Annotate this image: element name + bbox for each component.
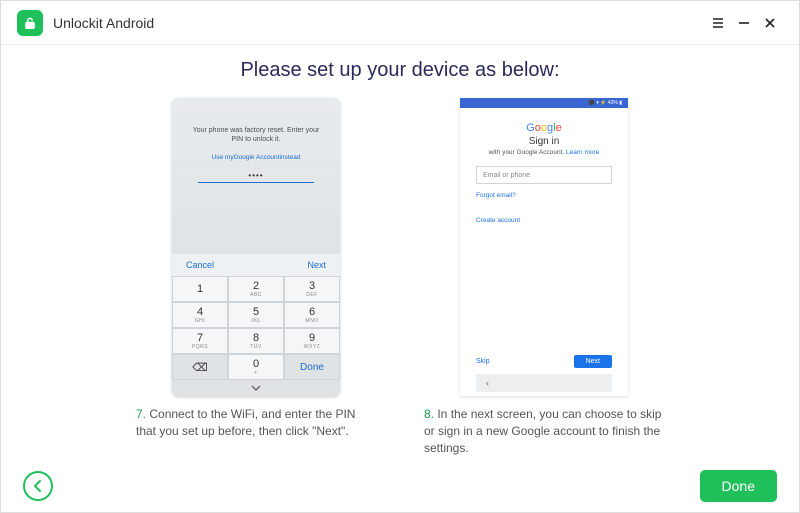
footer: Done (1, 460, 799, 512)
step-8-column: ⚫ ▾ ⚡ 43% ▮ Google Sign in with your Goo… (424, 98, 664, 456)
pin-next: Next (307, 260, 326, 270)
key-8: 8 (253, 332, 259, 344)
minimize-icon[interactable] (731, 10, 757, 36)
app-title: Unlockit Android (53, 15, 154, 31)
back-bar: ‹ (476, 374, 612, 392)
done-button[interactable]: Done (700, 470, 777, 502)
key-2: 2 (253, 280, 259, 292)
chevron-down-icon (172, 380, 340, 396)
pin-underline (198, 182, 314, 183)
key-done: Done (300, 362, 324, 373)
key-backspace: ⌫ (192, 361, 208, 374)
forgot-email-link: Forgot email? (476, 192, 612, 199)
create-account-link: Create account (476, 217, 612, 224)
key-4: 4 (197, 306, 203, 318)
email-input: Email or phone (476, 166, 612, 184)
key-6: 6 (309, 306, 315, 318)
next-button-mock: Next (574, 355, 612, 368)
main-content: Please set up your device as below: Your… (1, 45, 799, 456)
key-5: 5 (253, 306, 259, 318)
back-button[interactable] (23, 471, 53, 501)
keypad: 1 2ABC 3DEF 4GHI 5JKL 6MNO 7PQRS 8TUV 9W… (172, 276, 340, 380)
signin-title: Sign in (476, 136, 612, 147)
step-7-caption: 7. Connect to the WiFi, and enter the PI… (136, 406, 376, 440)
key-1: 1 (197, 283, 203, 295)
step-8-caption: 8. In the next screen, you can choose to… (424, 406, 664, 456)
close-icon[interactable] (757, 10, 783, 36)
pin-dots: •••• (248, 171, 263, 180)
app-icon (17, 10, 43, 36)
phone-mock-pin: Your phone was factory reset. Enter your… (172, 98, 340, 396)
use-google-account-link: Use myGoogle Accountinstead (212, 154, 301, 161)
signin-subtitle: with your Google Account. Learn more (476, 149, 612, 156)
learn-more-link: Learn more (566, 149, 599, 156)
key-0: 0 (253, 358, 259, 370)
key-9: 9 (309, 332, 315, 344)
phone-mock-signin: ⚫ ▾ ⚡ 43% ▮ Google Sign in with your Goo… (460, 98, 628, 396)
titlebar: Unlockit Android (1, 1, 799, 45)
pin-message: Your phone was factory reset. Enter your… (172, 126, 340, 144)
pin-cancel: Cancel (186, 260, 214, 270)
step-7-column: Your phone was factory reset. Enter your… (136, 98, 376, 456)
key-7: 7 (197, 332, 203, 344)
key-3: 3 (309, 280, 315, 292)
skip-link: Skip (476, 358, 490, 365)
page-heading: Please set up your device as below: (37, 59, 763, 82)
menu-icon[interactable] (705, 10, 731, 36)
google-logo: Google (476, 122, 612, 134)
status-bar: ⚫ ▾ ⚡ 43% ▮ (460, 98, 628, 108)
